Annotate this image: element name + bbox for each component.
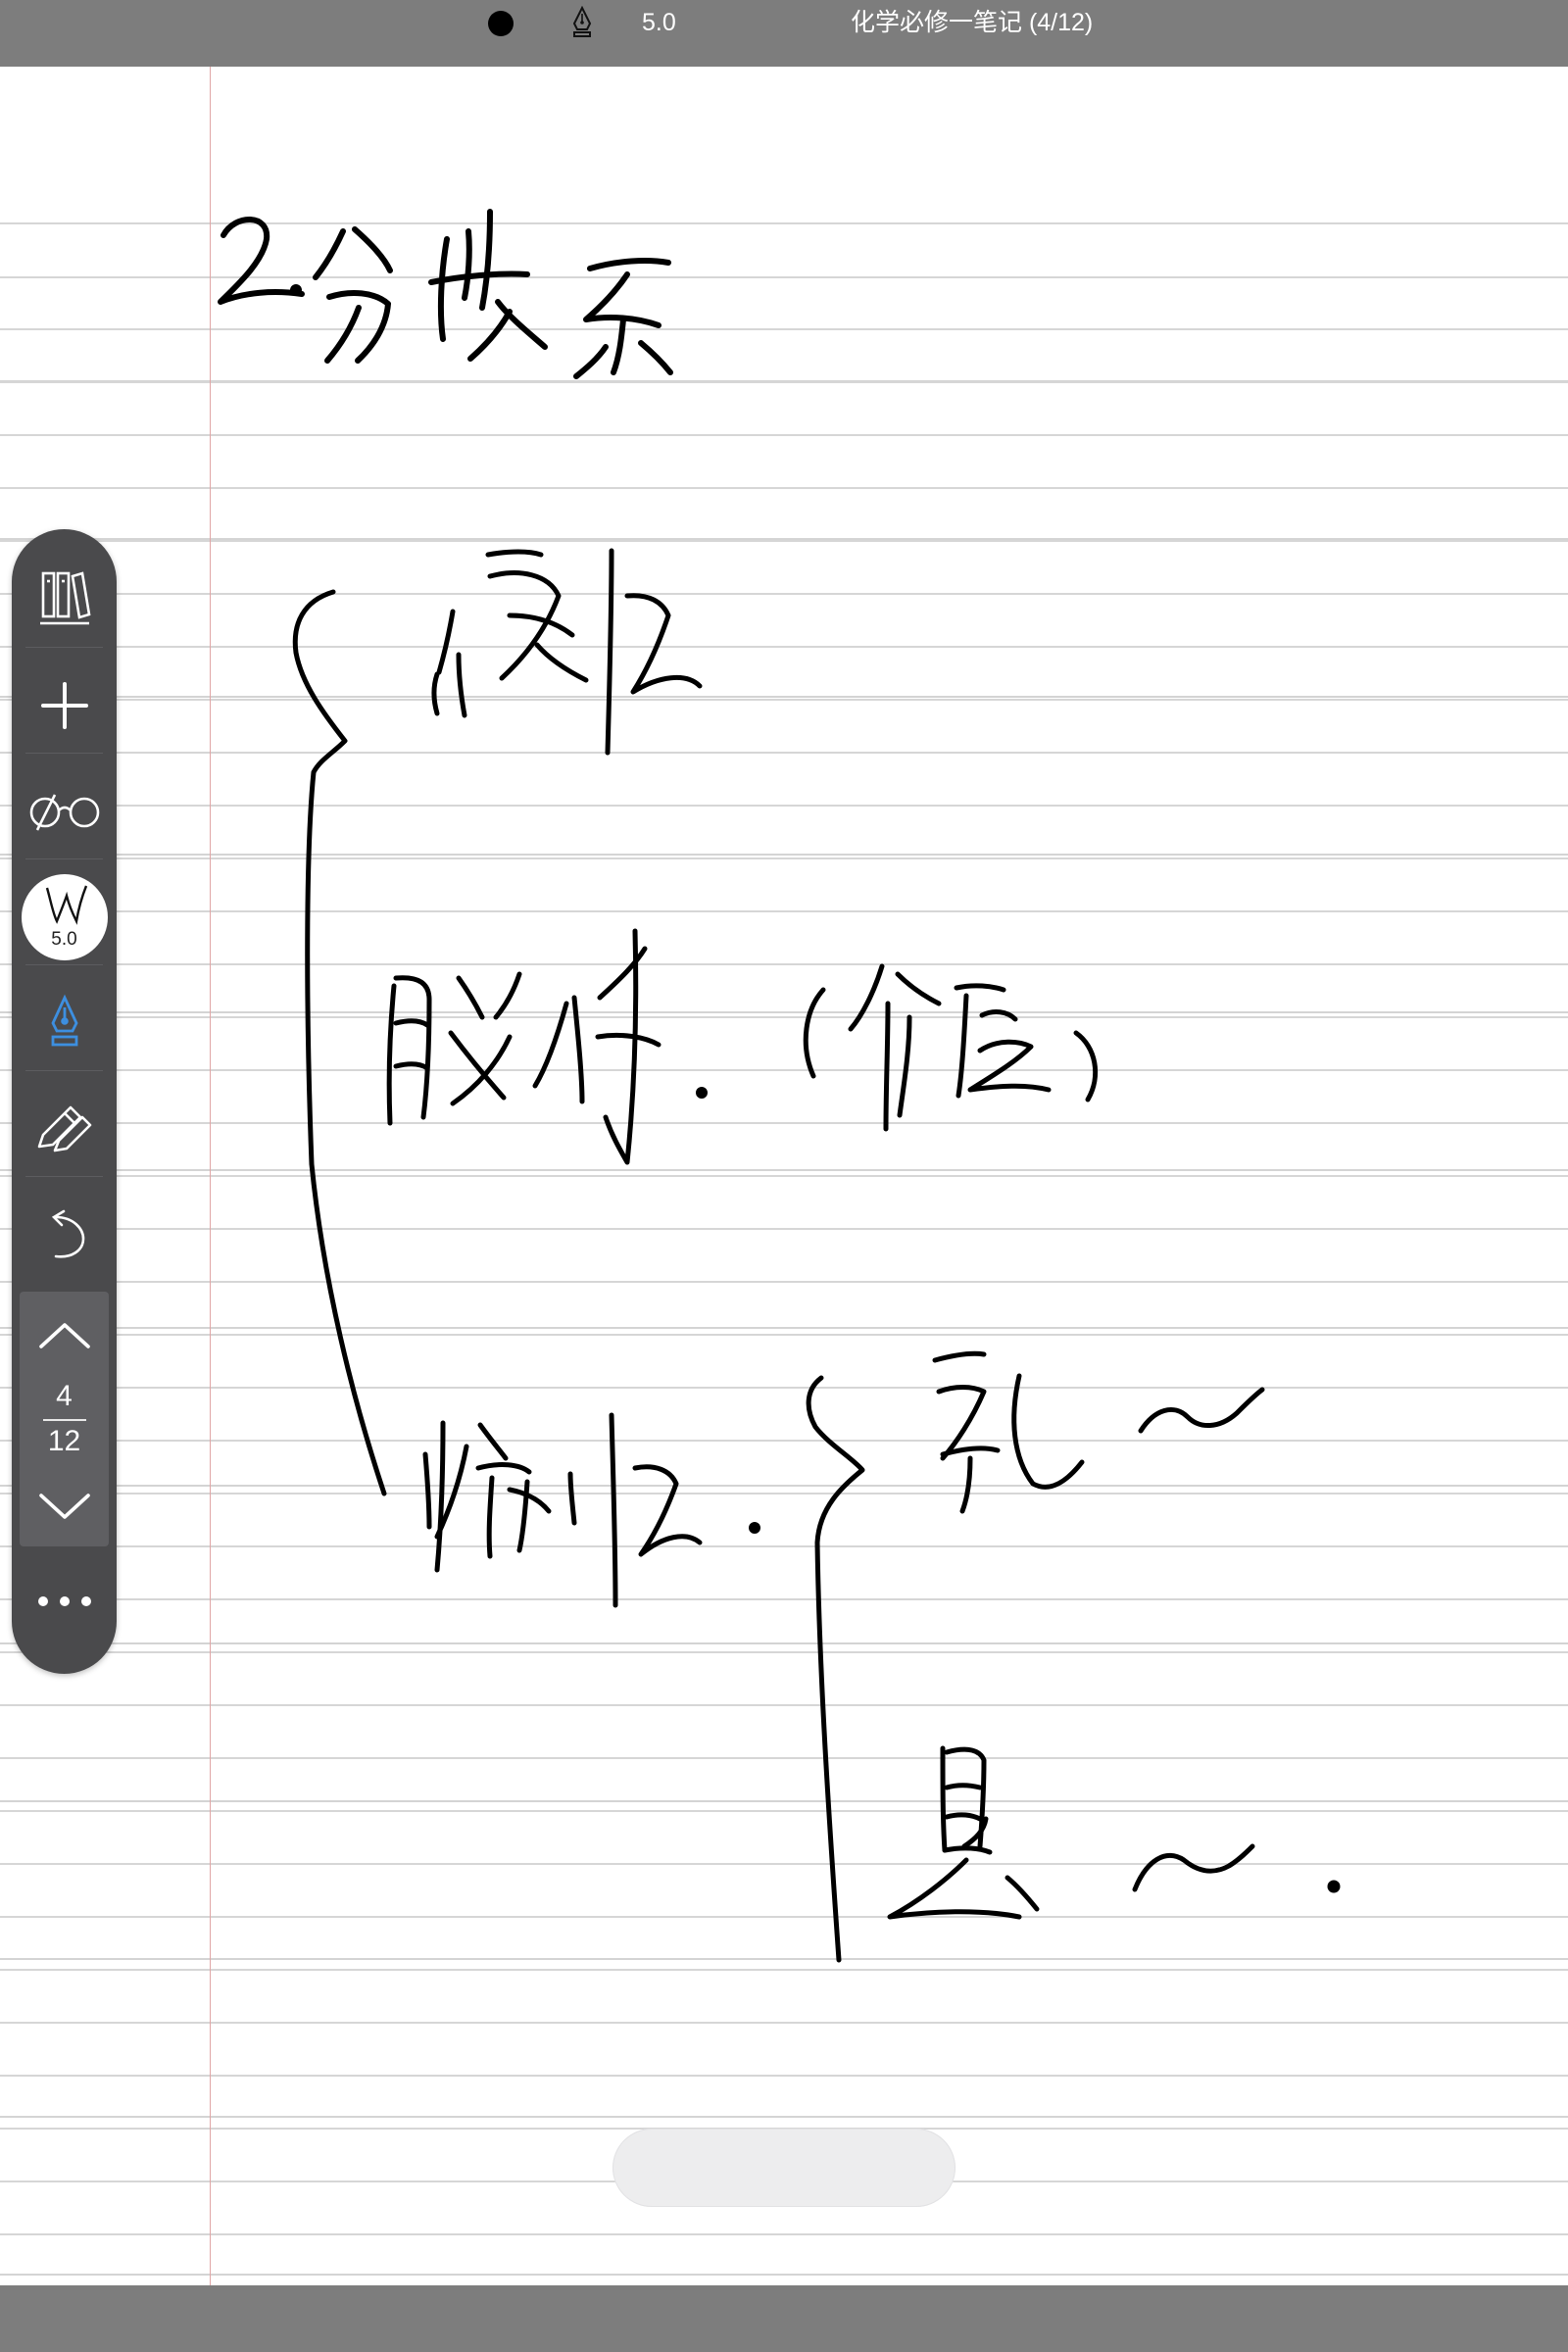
pencil-icon	[37, 1105, 91, 1152]
pencil-tool-button[interactable]	[12, 1080, 117, 1178]
document-title: 化学必修一笔记 (4/12)	[851, 9, 1094, 36]
notebook-page-canvas[interactable]	[0, 67, 1568, 2285]
total-page-count: 12	[47, 1425, 81, 1457]
library-icon	[39, 571, 90, 625]
top-status-bar: 5.0 化学必修一笔记 (4/12)	[0, 0, 1568, 67]
previous-page-button[interactable]	[20, 1301, 109, 1370]
ink-color-dot-icon[interactable]	[488, 11, 514, 36]
undo-icon	[51, 1209, 84, 1258]
library-button[interactable]	[12, 549, 117, 647]
page-scroll-handle[interactable]	[612, 2129, 956, 2207]
pen-width-button[interactable]: 5.0	[12, 868, 117, 966]
fountain-pen-icon	[50, 994, 78, 1047]
read-mode-button[interactable]	[12, 762, 117, 860]
bottom-bar	[0, 2285, 1568, 2352]
chevron-down-icon	[38, 1494, 90, 1519]
pen-width-badge: 5.0	[21, 874, 108, 960]
handwritten-ink	[218, 209, 1341, 1963]
pen-size-readout: 5.0	[642, 9, 676, 36]
page-number-separator	[43, 1419, 86, 1421]
note-app-screen: 5.0 化学必修一笔记 (4/12) 5.0 4 12	[0, 0, 1568, 2352]
chevron-up-icon	[38, 1323, 90, 1348]
fountain-pen-tool-button[interactable]	[12, 974, 117, 1072]
undo-button[interactable]	[12, 1186, 117, 1284]
fountain-pen-icon[interactable]	[568, 6, 596, 41]
more-icon	[37, 1596, 91, 1606]
current-page-number: 4	[56, 1380, 73, 1412]
next-page-button[interactable]	[20, 1472, 109, 1541]
glasses-icon	[29, 794, 99, 831]
add-icon	[40, 682, 88, 729]
pen-width-icon	[45, 885, 87, 925]
more-options-button[interactable]	[12, 1552, 117, 1650]
add-page-button[interactable]	[12, 657, 117, 755]
page-navigator: 4 12	[20, 1292, 109, 1546]
left-toolbar: 5.0 4 12	[12, 529, 117, 1674]
pen-width-badge-size: 5.0	[51, 929, 77, 950]
